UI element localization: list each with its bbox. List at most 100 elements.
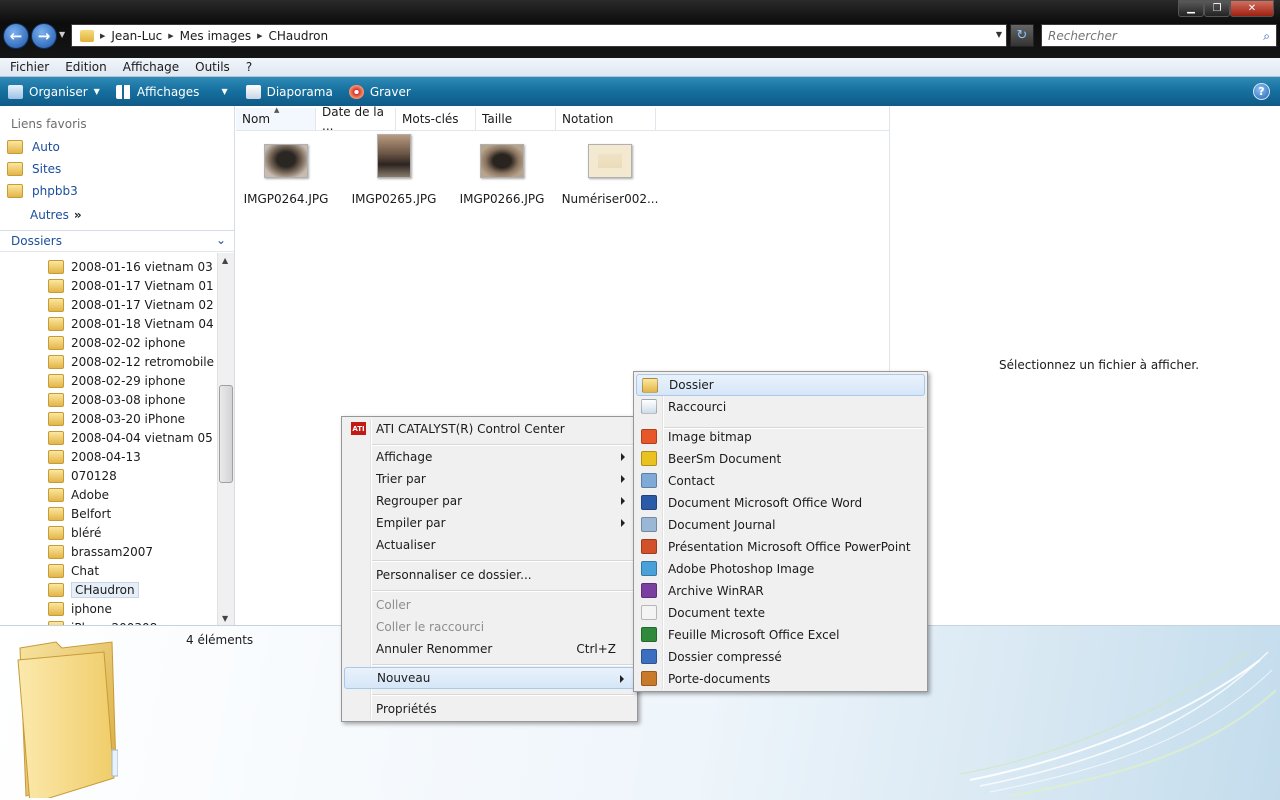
- new-zip-folder[interactable]: Dossier compressé: [636, 646, 925, 668]
- help-button[interactable]: ?: [1253, 83, 1270, 100]
- breadcrumb-arrow-icon[interactable]: ▶: [100, 32, 105, 40]
- graver-button[interactable]: Graver: [341, 84, 419, 99]
- address-dropdown-icon[interactable]: ▼: [996, 30, 1002, 39]
- folder-tree-item[interactable]: 2008-03-08 iphone: [48, 390, 185, 409]
- folder-label: 2008-03-20 iPhone: [71, 411, 186, 426]
- menu-item-annuler-renommer[interactable]: Annuler Renommer Ctrl+Z: [344, 638, 635, 660]
- folder-tree-item[interactable]: Belfort: [48, 504, 111, 523]
- column-header-nom[interactable]: ▲ Nom: [236, 106, 316, 130]
- column-header-taille[interactable]: Taille: [476, 108, 556, 130]
- folder-tree-item[interactable]: CHaudron: [48, 580, 139, 599]
- menu-item-personnaliser[interactable]: Personnaliser ce dossier...: [344, 564, 635, 586]
- text-doc-icon: [641, 605, 657, 620]
- folder-tree-item[interactable]: 2008-02-12 retromobile: [48, 352, 214, 371]
- back-button[interactable]: ←: [3, 23, 29, 49]
- file-item[interactable]: IMGP0266.JPG: [448, 140, 556, 206]
- menu-help[interactable]: ?: [238, 60, 260, 74]
- chevron-down-icon[interactable]: ⌄: [216, 233, 226, 247]
- scroll-down-icon[interactable]: ▼: [222, 614, 228, 623]
- close-button[interactable]: ✕: [1230, 0, 1274, 17]
- new-beer[interactable]: BeerSm Document: [636, 448, 925, 470]
- folder-tree-item[interactable]: Adobe: [48, 485, 109, 504]
- folder-tree-item[interactable]: 2008-02-29 iphone: [48, 371, 185, 390]
- new-contact[interactable]: Contact: [636, 470, 925, 492]
- menu-item-trier-par[interactable]: Trier par: [344, 468, 635, 490]
- organize-icon: [8, 84, 23, 99]
- menu-item-ati-catalyst[interactable]: ATI ATI CATALYST(R) Control Center: [344, 418, 635, 440]
- column-header-notation[interactable]: Notation: [556, 108, 656, 130]
- folder-tree-item[interactable]: 2008-04-13: [48, 447, 141, 466]
- search-input[interactable]: [1042, 25, 1242, 47]
- submenu-item-label: Document texte: [668, 606, 766, 620]
- file-item[interactable]: IMGP0265.JPG: [340, 134, 448, 206]
- folder-tree-item[interactable]: 070128: [48, 466, 117, 485]
- column-header-date[interactable]: Date de la ...: [316, 105, 396, 133]
- diaporama-button[interactable]: Diaporama: [238, 84, 341, 99]
- forward-button[interactable]: →: [31, 23, 57, 49]
- scroll-thumb[interactable]: [219, 385, 233, 483]
- folder-tree-item[interactable]: brassam2007: [48, 542, 153, 561]
- new-journal[interactable]: Document Journal: [636, 514, 925, 536]
- file-item[interactable]: IMGP0264.JPG: [232, 140, 340, 206]
- maximize-button[interactable]: ❐: [1204, 0, 1230, 17]
- favorite-link-auto[interactable]: Auto: [7, 140, 60, 154]
- menu-item-empiler-par[interactable]: Empiler par: [344, 512, 635, 534]
- breadcrumb-arrow-icon[interactable]: ▶: [257, 32, 262, 40]
- breadcrumb-chaudron[interactable]: CHaudron: [269, 29, 329, 43]
- folder-label: 2008-03-08 iphone: [71, 392, 186, 407]
- folder-tree-item[interactable]: 2008-01-17 Vietnam 02: [48, 295, 214, 314]
- photo-thumbnail: [480, 144, 524, 178]
- folder-tree-item[interactable]: 2008-01-17 Vietnam 01: [48, 276, 214, 295]
- menu-item-affichage[interactable]: Affichage: [344, 446, 635, 468]
- menu-edition[interactable]: Edition: [57, 60, 115, 74]
- shortcut-icon: [641, 399, 657, 414]
- breadcrumb-mes-images[interactable]: Mes images: [180, 29, 251, 43]
- folder-tree-item[interactable]: bléré: [48, 523, 101, 542]
- menu-item-regrouper-par[interactable]: Regrouper par: [344, 490, 635, 512]
- organiser-button[interactable]: Organiser ▼: [0, 84, 108, 99]
- new-raccourci[interactable]: Raccourci: [636, 396, 925, 418]
- new-photoshop[interactable]: Adobe Photoshop Image: [636, 558, 925, 580]
- affichages-button[interactable]: Affichages ▼: [108, 84, 236, 99]
- folder-tree-item[interactable]: 2008-04-04 vietnam 05: [48, 428, 213, 447]
- menu-item-label: Coller le raccourci: [376, 620, 485, 634]
- menu-outils[interactable]: Outils: [187, 60, 238, 74]
- new-dossier[interactable]: Dossier: [636, 374, 925, 396]
- favorite-link-sites[interactable]: Sites: [7, 162, 61, 176]
- menu-item-proprietes[interactable]: Propriétés: [344, 698, 635, 720]
- folder-tree-item[interactable]: 2008-03-20 iPhone: [48, 409, 185, 428]
- breadcrumb-jean-luc[interactable]: Jean-Luc: [111, 29, 162, 43]
- menu-fichier[interactable]: Fichier: [2, 60, 57, 74]
- new-excel[interactable]: Feuille Microsoft Office Excel: [636, 624, 925, 646]
- refresh-button[interactable]: ↻: [1010, 24, 1034, 47]
- more-links[interactable]: Autres »: [30, 208, 82, 222]
- search-box[interactable]: ⌕: [1041, 24, 1277, 47]
- new-winrar[interactable]: Archive WinRAR: [636, 580, 925, 602]
- new-text-doc[interactable]: Document texte: [636, 602, 925, 624]
- folder-tree-item[interactable]: Chat: [48, 561, 99, 580]
- column-header-mots-cles[interactable]: Mots-clés: [396, 108, 476, 130]
- folders-header[interactable]: Dossiers ⌄: [0, 230, 234, 252]
- folder-tree-scrollbar[interactable]: ▲ ▼: [217, 253, 234, 625]
- address-bar[interactable]: ▶ Jean-Luc ▶ Mes images ▶ CHaudron ▼: [71, 24, 1007, 47]
- new-powerpoint[interactable]: Présentation Microsoft Office PowerPoint: [636, 536, 925, 558]
- recent-pages-dropdown[interactable]: ▼: [59, 30, 65, 39]
- breadcrumb-arrow-icon[interactable]: ▶: [168, 32, 173, 40]
- folder-tree-item[interactable]: 2008-02-02 iphone: [48, 333, 185, 352]
- folder-tree-item[interactable]: iPhone200308: [48, 618, 157, 625]
- favorite-link-phpbb3[interactable]: phpbb3: [7, 184, 78, 198]
- menu-item-actualiser[interactable]: Actualiser: [344, 534, 635, 556]
- new-briefcase[interactable]: Porte-documents: [636, 668, 925, 690]
- search-icon[interactable]: ⌕: [1263, 29, 1270, 44]
- folder-tree-item[interactable]: iphone: [48, 599, 112, 618]
- new-word[interactable]: Document Microsoft Office Word: [636, 492, 925, 514]
- new-bitmap[interactable]: Image bitmap: [636, 426, 925, 448]
- folder-tree-item[interactable]: 2008-01-18 Vietnam 04 (mir: [48, 314, 217, 333]
- minimize-button[interactable]: ▁: [1178, 0, 1204, 17]
- menu-item-nouveau[interactable]: Nouveau: [344, 667, 635, 689]
- scroll-up-icon[interactable]: ▲: [222, 256, 228, 265]
- folder-icon: [48, 297, 64, 312]
- folder-tree-item[interactable]: 2008-01-16 vietnam 03: [48, 257, 213, 276]
- menu-affichage[interactable]: Affichage: [115, 60, 187, 74]
- file-item[interactable]: Numériser002...: [556, 140, 664, 206]
